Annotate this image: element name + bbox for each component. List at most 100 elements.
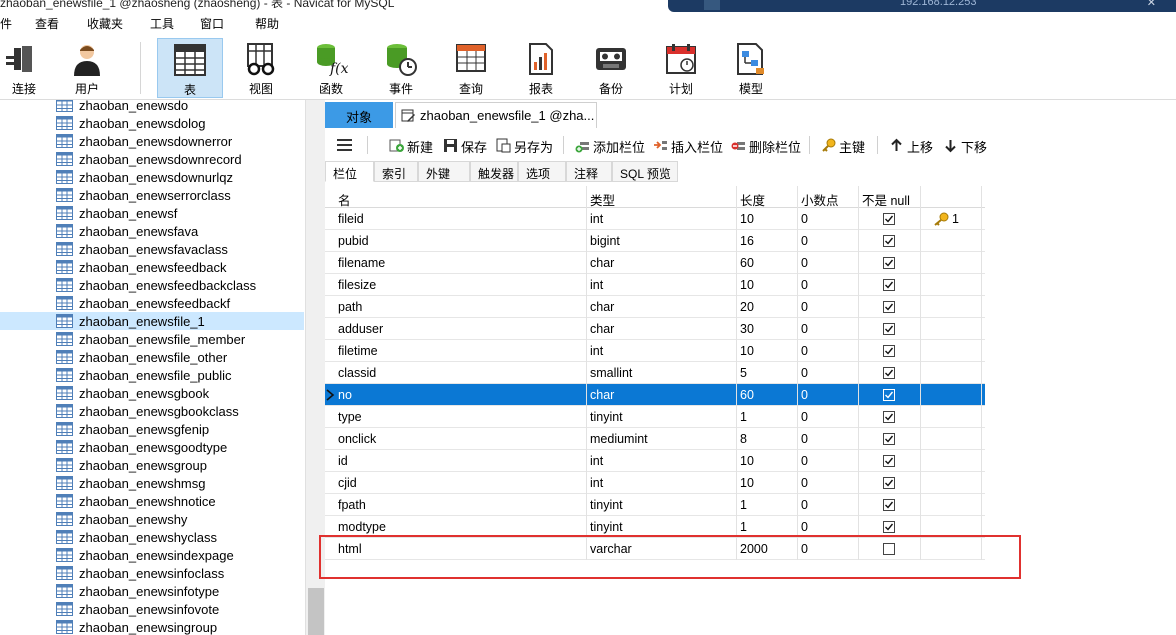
field-type-cell[interactable]: int [587,274,737,296]
save-as-button[interactable]: 另存为 [496,137,553,155]
table-row[interactable]: pubid bigint 16 0 [325,230,985,252]
header-type[interactable]: 类型 [587,186,737,208]
field-key-cell[interactable] [921,252,982,274]
field-decimals-cell[interactable]: 0 [798,406,859,428]
field-type-cell[interactable]: smallint [587,362,737,384]
table-row[interactable]: modtype tinyint 1 0 [325,516,985,538]
field-name-cell[interactable]: fpath [335,494,587,516]
table-row[interactable]: filesize int 10 0 [325,274,985,296]
field-key-cell[interactable] [921,274,982,296]
field-decimals-cell[interactable]: 0 [798,274,859,296]
view-button[interactable]: 视图 [228,38,294,98]
table-row[interactable]: adduser char 30 0 [325,318,985,340]
menu-tools[interactable]: 工具 [150,15,174,32]
field-name-cell[interactable]: cjid [335,472,587,494]
tree-item[interactable]: zhaoban_enewsgoodtype [0,438,304,456]
field-length-cell[interactable]: 20 [737,296,798,318]
backup-button[interactable]: 备份 [578,38,644,98]
tree-item[interactable]: zhaoban_enewsdownerror [0,132,304,150]
tab-comments[interactable]: 注释 [566,161,612,182]
tree-item[interactable]: zhaoban_enewsfavaclass [0,240,304,258]
tree-item[interactable]: zhaoban_enewsgbook [0,384,304,402]
field-decimals-cell[interactable]: 0 [798,472,859,494]
table-row[interactable]: classid smallint 5 0 [325,362,985,384]
menu-window[interactable]: 窗口 [200,15,224,32]
tree-item[interactable]: zhaoban_enewshnotice [0,492,304,510]
field-decimals-cell[interactable]: 0 [798,208,859,230]
field-name-cell[interactable]: adduser [335,318,587,340]
field-decimals-cell[interactable]: 0 [798,318,859,340]
field-type-cell[interactable]: tinyint [587,494,737,516]
table-row[interactable]: onclick mediumint 8 0 [325,428,985,450]
not-null-checkbox[interactable] [883,411,895,423]
field-type-cell[interactable]: int [587,340,737,362]
object-tree[interactable]: zhaoban_enewsdo zhaoban_enewsdolog zhaoban… [0,100,306,635]
not-null-checkbox[interactable] [883,235,895,247]
tree-item[interactable]: zhaoban_enewsfeedback [0,258,304,276]
field-name-cell[interactable]: fileid [335,208,587,230]
field-decimals-cell[interactable]: 0 [798,362,859,384]
tree-item[interactable]: zhaoban_enewsgbookclass [0,402,304,420]
field-type-cell[interactable]: varchar [587,538,737,560]
table-row[interactable]: type tinyint 1 0 [325,406,985,428]
not-null-checkbox[interactable] [883,257,895,269]
field-key-cell[interactable] [921,318,982,340]
field-length-cell[interactable]: 10 [737,208,798,230]
field-length-cell[interactable]: 10 [737,450,798,472]
field-name-cell[interactable]: filename [335,252,587,274]
field-key-cell[interactable] [921,230,982,252]
tree-scrollbar[interactable] [305,100,325,635]
field-key-cell[interactable] [921,406,982,428]
tree-item[interactable]: zhaoban_enewshyclass [0,528,304,546]
tab-options[interactable]: 选项 [518,161,566,182]
field-decimals-cell[interactable]: 0 [798,516,859,538]
move-down-button[interactable]: 下移 [943,137,987,155]
tree-item[interactable]: zhaoban_enewsfeedbackf [0,294,304,312]
menu-icon[interactable] [337,139,352,152]
table-row[interactable]: path char 20 0 [325,296,985,318]
taskbar-close-icon[interactable]: ✕ [1147,0,1156,9]
menu-view[interactable]: 查看 [35,15,59,32]
tree-item[interactable]: zhaoban_enewshy [0,510,304,528]
table-row[interactable]: fpath tinyint 1 0 [325,494,985,516]
query-button[interactable]: 查询 [438,38,504,98]
field-length-cell[interactable]: 30 [737,318,798,340]
tab-fields[interactable]: 栏位 [325,161,374,182]
field-name-cell[interactable]: id [335,450,587,472]
field-decimals-cell[interactable]: 0 [798,384,859,406]
field-name-cell[interactable]: html [335,538,587,560]
not-null-checkbox[interactable] [883,323,895,335]
tree-item[interactable]: zhaoban_enewsdownurlqz [0,168,304,186]
tree-item[interactable]: zhaoban_enewsgfenip [0,420,304,438]
field-decimals-cell[interactable]: 0 [798,538,859,560]
move-up-button[interactable]: 上移 [889,137,933,155]
not-null-checkbox[interactable] [883,477,895,489]
tree-item[interactable]: zhaoban_enewsf [0,204,304,222]
menu-favorites[interactable]: 收藏夹 [87,15,123,32]
not-null-checkbox[interactable] [883,433,895,445]
field-type-cell[interactable]: int [587,472,737,494]
field-length-cell[interactable]: 10 [737,472,798,494]
not-null-checkbox[interactable] [883,543,895,555]
field-name-cell[interactable]: onclick [335,428,587,450]
field-decimals-cell[interactable]: 0 [798,296,859,318]
tree-item[interactable]: zhaoban_enewsfeedbackclass [0,276,304,294]
field-name-cell[interactable]: no [335,384,587,406]
field-type-cell[interactable]: tinyint [587,406,737,428]
report-button[interactable]: 报表 [508,38,574,98]
field-length-cell[interactable]: 1 [737,406,798,428]
field-key-cell[interactable] [921,384,982,406]
table-row[interactable]: html varchar 2000 0 [325,538,985,560]
field-decimals-cell[interactable]: 0 [798,252,859,274]
tree-item[interactable]: zhaoban_enewsfile_member [0,330,304,348]
field-name-cell[interactable]: pubid [335,230,587,252]
field-length-cell[interactable]: 10 [737,274,798,296]
tree-item[interactable]: zhaoban_enewsindexpage [0,546,304,564]
scrollbar-thumb[interactable] [308,588,324,635]
tree-item[interactable]: zhaoban_enewsfile_1 [0,312,304,330]
tab-objects[interactable]: 对象 [325,102,393,128]
field-type-cell[interactable]: tinyint [587,516,737,538]
not-null-checkbox[interactable] [883,279,895,291]
table-button[interactable]: 表 [157,38,223,98]
tab-sql-preview[interactable]: SQL 预览 [612,161,678,182]
